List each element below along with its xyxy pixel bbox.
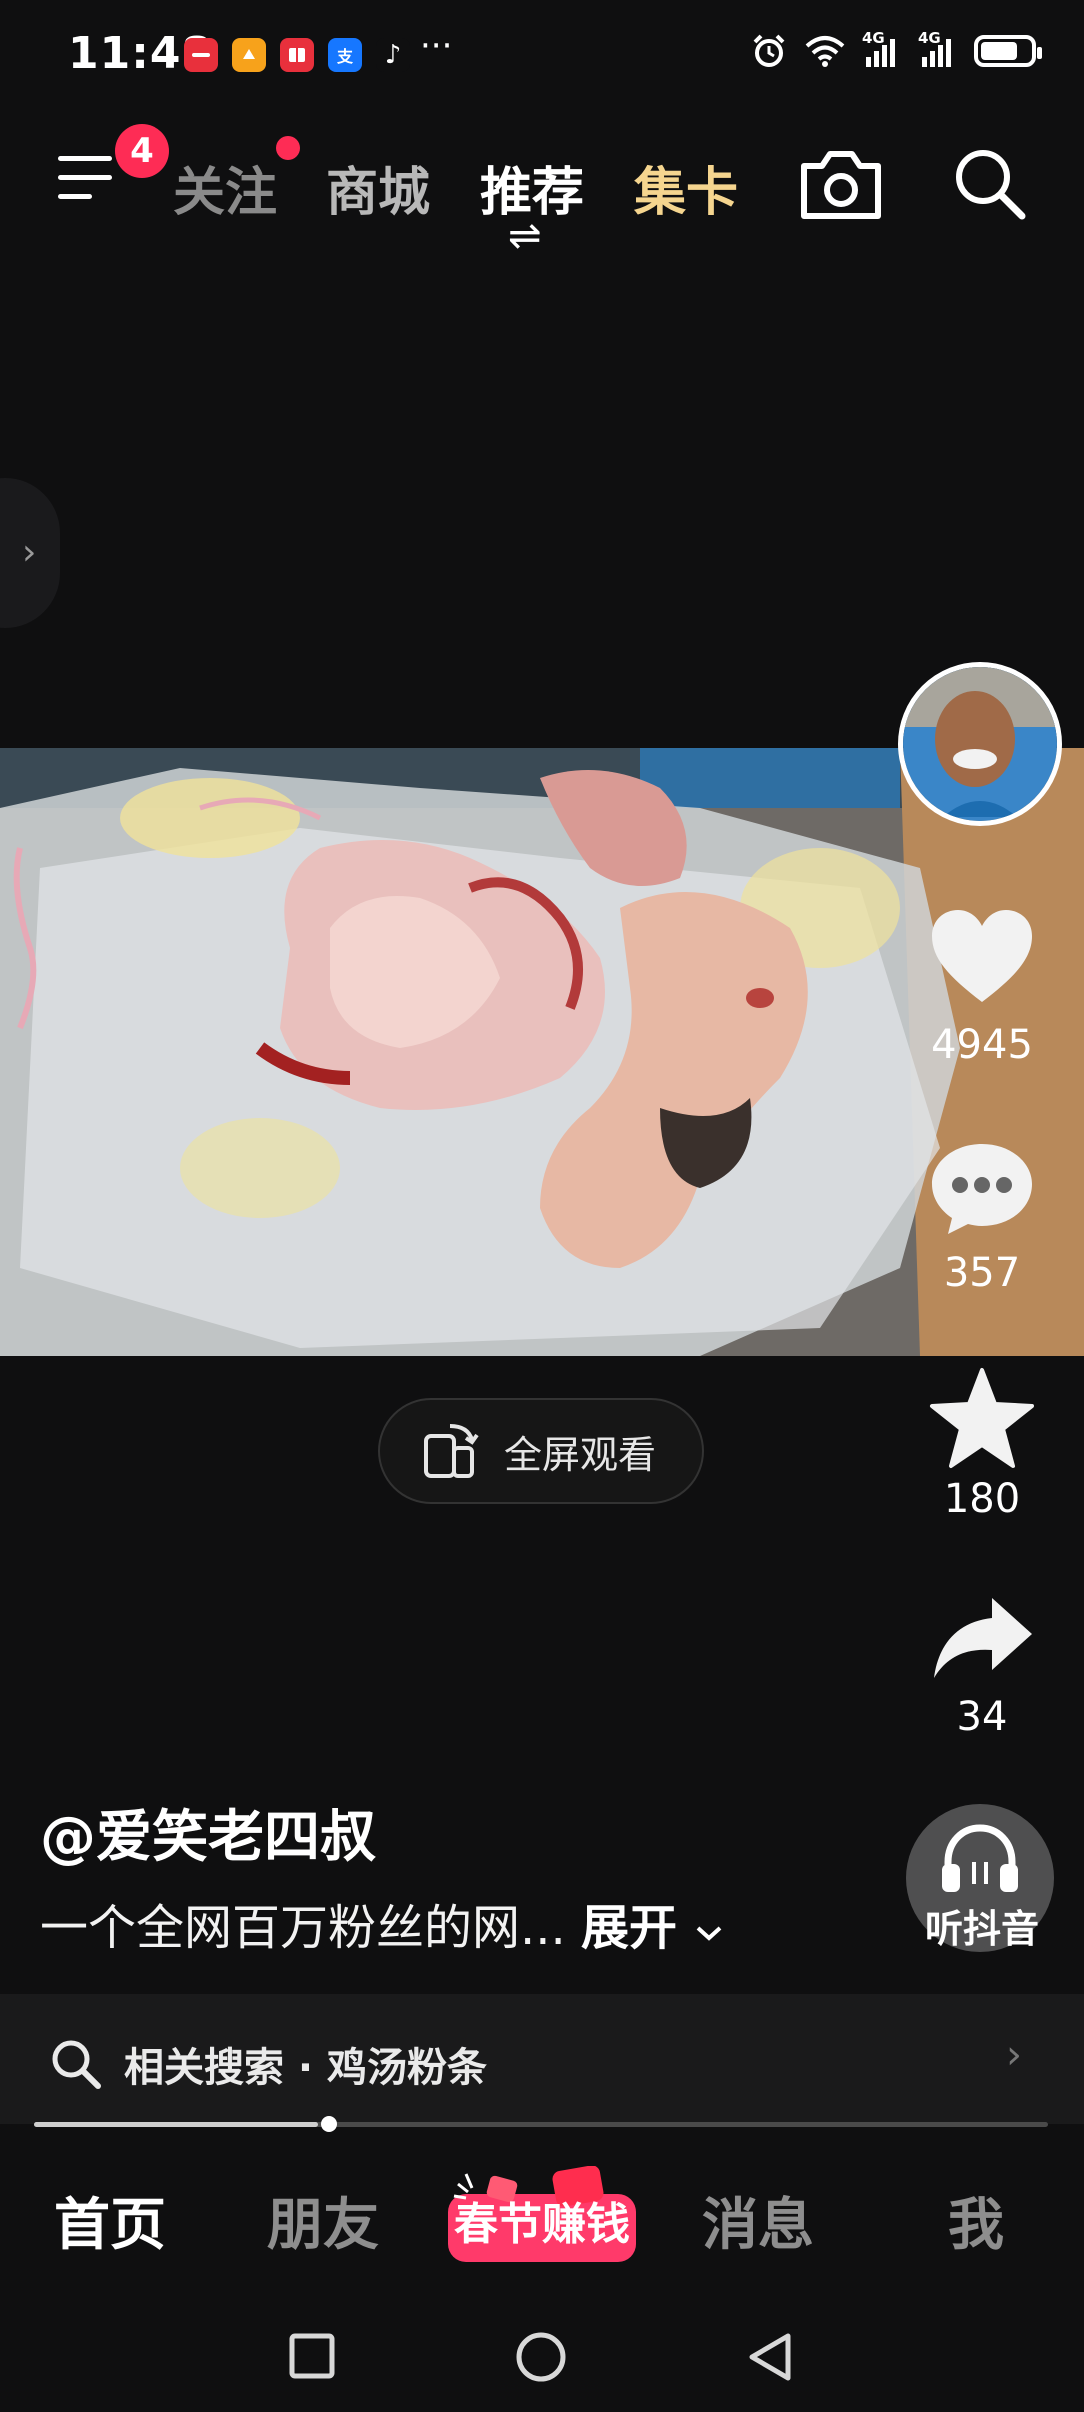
nav-promo-label: 春节赚钱 (454, 2199, 630, 2250)
expand-button[interactable]: 展开 (581, 1900, 724, 1956)
share-arrow-icon (934, 1598, 1032, 1678)
chevron-right-icon: › (1006, 2032, 1022, 2078)
like-button[interactable] (922, 906, 1042, 1006)
nav-me[interactable]: 我 (948, 2180, 1004, 2261)
tiktok-app-icon: ♪ (376, 38, 410, 72)
heart-icon (932, 910, 1032, 1002)
status-right: 4G 4G (750, 29, 1042, 70)
camera-icon[interactable] (798, 148, 884, 222)
favorite-button[interactable] (922, 1366, 1042, 1470)
menu-badge: 4 (115, 124, 169, 178)
related-search-text: 相关搜索 · 鸡汤粉条 (124, 2045, 488, 2091)
orange-app-icon (232, 38, 266, 72)
favorite-count: 180 (943, 1476, 1021, 1522)
battery-icon (974, 35, 1042, 67)
avatar-image (903, 667, 1057, 821)
video-progress-bar[interactable] (34, 2122, 1048, 2127)
author-name[interactable]: @爱笑老四叔 (40, 1792, 376, 1873)
like-count: 4945 (931, 1022, 1033, 1068)
rotate-phone-icon (424, 1424, 479, 1478)
home-circle-icon[interactable] (514, 2330, 568, 2384)
author-avatar[interactable] (898, 662, 1062, 826)
follow-update-dot (276, 136, 300, 160)
nav-messages[interactable]: 消息 (702, 2180, 814, 2261)
recent-apps-icon[interactable] (286, 2330, 338, 2382)
comment-count: 357 (943, 1250, 1021, 1296)
alarm-icon (753, 34, 785, 67)
back-triangle-icon[interactable] (744, 2330, 796, 2384)
nav-home[interactable]: 首页 (54, 2180, 166, 2261)
chevron-down-icon (696, 1926, 722, 1941)
wifi-icon (805, 36, 845, 67)
signal-2: 4G (918, 29, 958, 67)
post-description[interactable]: 一个全网百万粉丝的网... 展开 (40, 1888, 724, 1958)
video-progress-fill (34, 2122, 318, 2127)
huawei-app-icon (184, 38, 218, 72)
alipay-app-icon: 支 (328, 38, 362, 72)
tab-mall[interactable]: 商城 (326, 150, 430, 225)
tab-collect-cards[interactable]: 集卡 (634, 150, 738, 225)
search-icon[interactable] (950, 144, 1030, 224)
share-count: 34 (956, 1694, 1008, 1740)
battery-fill (981, 42, 1018, 60)
nav-friends[interactable]: 朋友 (267, 2180, 379, 2261)
battery-tip (1037, 47, 1042, 59)
chevron-right-icon: › (22, 532, 37, 573)
red-book-app-icon (280, 38, 314, 72)
listen-label: 听抖音 (924, 1907, 1039, 1951)
comment-button[interactable] (922, 1138, 1042, 1238)
fullscreen-label: 全屏观看 (504, 1432, 657, 1477)
tiktok-glyph: ♪ (384, 40, 402, 70)
network-type-1: 4G (862, 29, 885, 47)
description-text: 一个全网百万粉丝的网... (40, 1900, 566, 1956)
status-app-icons: 支 ♪ (184, 38, 410, 72)
comment-icon (932, 1144, 1032, 1234)
video-progress-knob[interactable] (321, 2116, 337, 2132)
fullscreen-button[interactable]: 全屏观看 (378, 1398, 704, 1504)
switch-arrows-icon[interactable]: ⇌ (508, 216, 542, 256)
signal-1: 4G (862, 29, 902, 67)
expand-label: 展开 (581, 1900, 678, 1956)
share-button[interactable] (922, 1594, 1042, 1684)
star-icon (930, 1368, 1034, 1468)
headphones-icon (942, 1824, 1018, 1892)
tab-follow[interactable]: 关注 (173, 150, 277, 225)
search-icon (52, 2040, 101, 2089)
network-type-2: 4G (918, 29, 941, 47)
menu-icon[interactable] (58, 150, 120, 206)
alipay-glyph: 支 (336, 47, 353, 66)
more-notifications-icon: ··· (420, 26, 453, 66)
